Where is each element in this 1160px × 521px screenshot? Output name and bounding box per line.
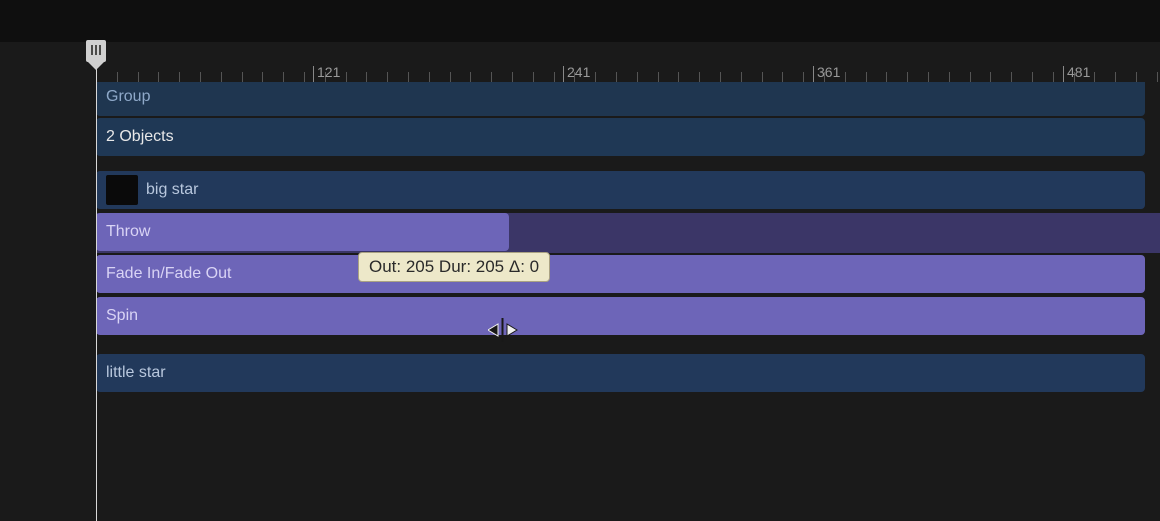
behavior-track: Spin bbox=[96, 297, 1145, 337]
clip-label: Fade In/Fade Out bbox=[106, 265, 231, 283]
ruler-tick-label: 121 bbox=[317, 64, 340, 80]
timeline-ruler[interactable]: 121 241 361 481 bbox=[84, 42, 1160, 82]
group-track[interactable]: Group bbox=[96, 78, 1145, 116]
ruler-tick-label: 361 bbox=[817, 64, 840, 80]
title-bar bbox=[0, 0, 1160, 42]
clip-label: Spin bbox=[106, 307, 138, 325]
clip-label: big star bbox=[146, 181, 198, 199]
ruler-tick-label: 241 bbox=[567, 64, 590, 80]
behavior-track: Throw bbox=[96, 213, 1145, 253]
behavior-clip[interactable]: Throw bbox=[96, 213, 509, 251]
group-summary-track[interactable]: 2 Objects bbox=[96, 118, 1145, 156]
object-clip[interactable]: little star bbox=[96, 354, 1145, 392]
clip-thumbnail bbox=[106, 175, 138, 205]
behavior-track: Fade In/Fade Out bbox=[96, 255, 1145, 295]
group-summary-label: 2 Objects bbox=[106, 128, 174, 146]
playhead-marker[interactable] bbox=[86, 40, 106, 62]
group-label: Group bbox=[106, 88, 150, 106]
clip-label: little star bbox=[106, 364, 166, 382]
ruler-tick-label: 481 bbox=[1067, 64, 1090, 80]
behavior-clip[interactable]: Spin bbox=[96, 297, 1145, 335]
object-clip[interactable]: big star bbox=[96, 171, 1145, 209]
behavior-clip[interactable]: Fade In/Fade Out bbox=[96, 255, 1145, 293]
clip-label: Throw bbox=[106, 223, 150, 241]
